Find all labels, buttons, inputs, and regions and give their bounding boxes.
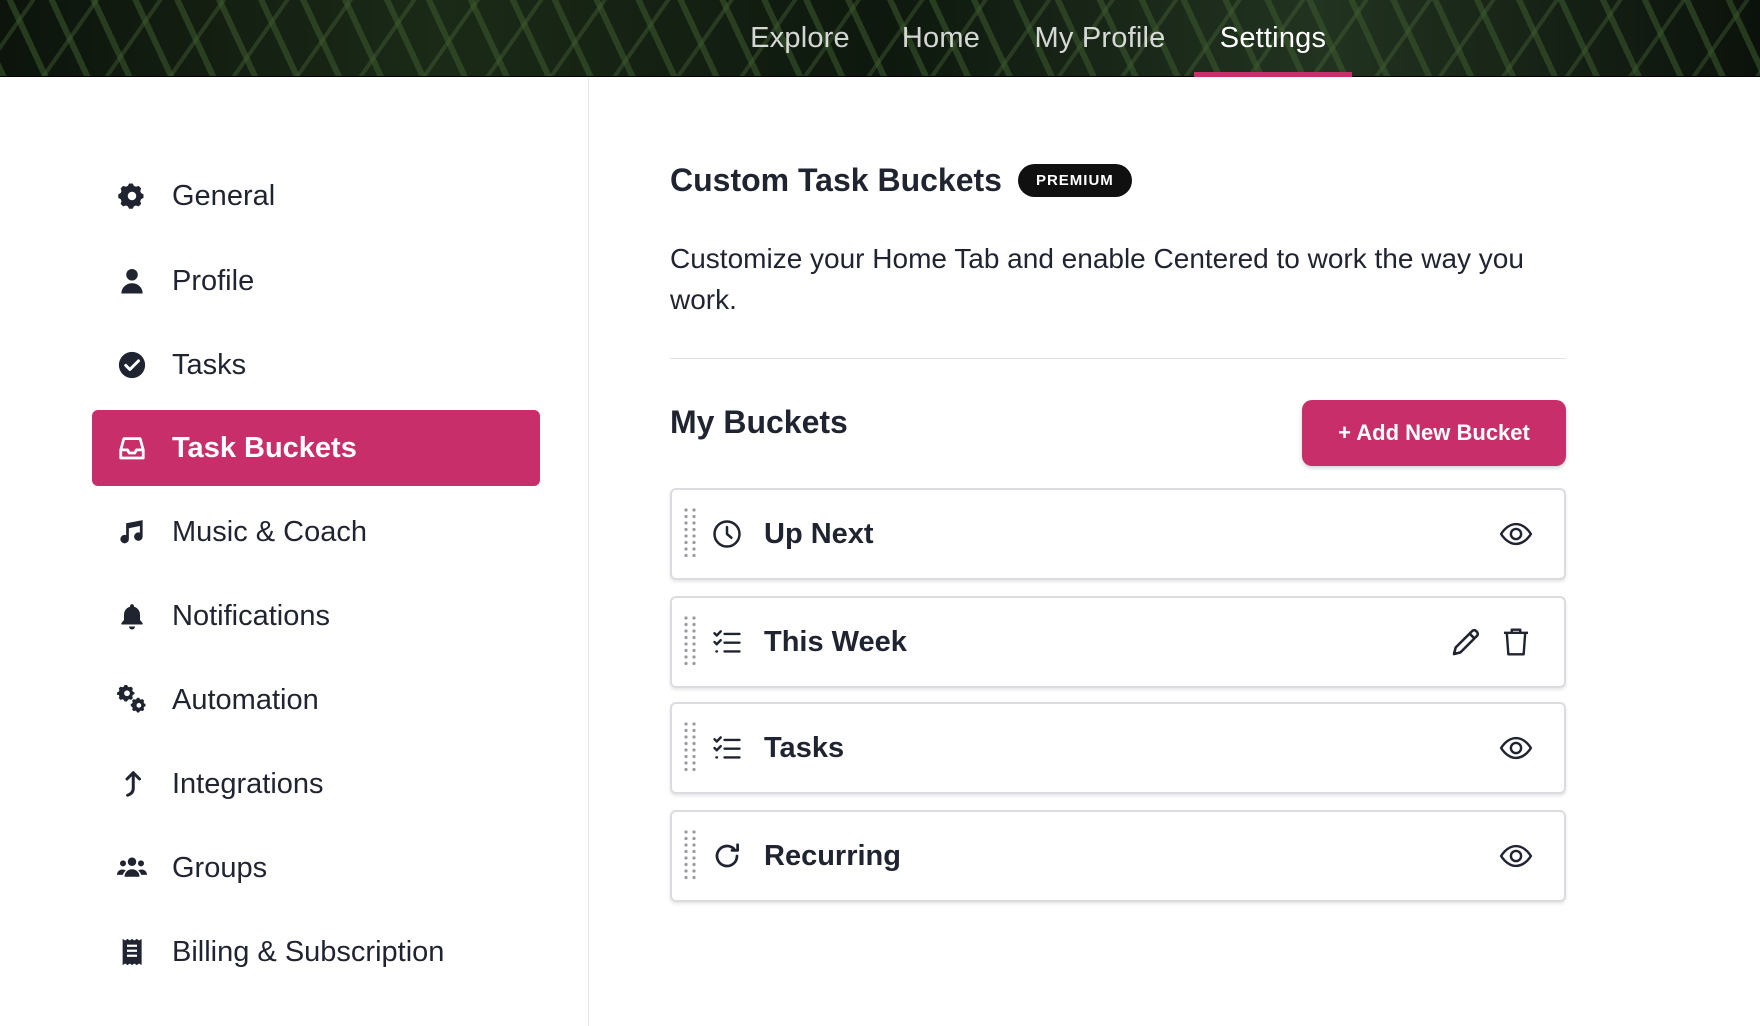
section-title: My Buckets — [670, 404, 848, 440]
bucket-row-this-week[interactable]: This Week — [670, 596, 1566, 688]
eye-icon[interactable] — [1496, 514, 1536, 554]
page-description: Customize your Home Tab and enable Cente… — [670, 243, 1524, 315]
bucket-name: Tasks — [764, 731, 845, 764]
clock-icon — [710, 517, 744, 551]
pencil-icon[interactable] — [1446, 622, 1486, 662]
bucket-name: This Week — [764, 625, 907, 658]
sidebar-item-label: Music & Coach — [172, 515, 368, 548]
receipt-icon — [116, 936, 148, 968]
title-row: Custom Task Buckets PREMIUM — [670, 162, 1132, 199]
drag-handle-icon[interactable] — [682, 721, 698, 775]
sidebar-item-label: Groups — [172, 851, 268, 884]
divider — [670, 358, 1566, 359]
sidebar-item-label: General — [172, 179, 276, 212]
list-check-icon — [710, 625, 744, 659]
tab-my-profile[interactable]: My Profile — [1020, 0, 1180, 77]
sidebar-item-profile[interactable]: Profile — [92, 243, 540, 319]
drag-handle-icon[interactable] — [682, 829, 698, 883]
settings-sidebar: General Profile Tasks Task Buckets Music… — [0, 78, 589, 1026]
users-icon — [116, 852, 148, 884]
trash-icon[interactable] — [1496, 622, 1536, 662]
inbox-icon — [116, 432, 148, 464]
add-new-bucket-button[interactable]: + Add New Bucket — [1302, 400, 1566, 466]
sidebar-item-groups[interactable]: Groups — [92, 830, 540, 906]
bucket-row-up-next[interactable]: Up Next — [670, 488, 1566, 580]
list-check-icon — [710, 731, 744, 765]
bucket-row-recurring[interactable]: Recurring — [670, 810, 1566, 902]
arrow-up-icon — [116, 768, 148, 800]
gear-icon — [116, 180, 148, 212]
sidebar-item-general[interactable]: General — [92, 158, 540, 234]
premium-badge: PREMIUM — [1017, 164, 1132, 197]
sidebar-item-label: Tasks — [172, 348, 247, 381]
top-banner: Explore Home My Profile Settings — [0, 0, 1760, 77]
sidebar-item-label: Integrations — [172, 767, 324, 800]
bucket-name: Up Next — [764, 517, 874, 550]
gears-icon — [116, 684, 148, 716]
sidebar-item-task-buckets[interactable]: Task Buckets — [92, 410, 540, 486]
eye-icon[interactable] — [1496, 836, 1536, 876]
sidebar-item-tasks[interactable]: Tasks — [92, 327, 540, 403]
drag-handle-icon[interactable] — [682, 615, 698, 669]
sidebar-item-integrations[interactable]: Integrations — [92, 746, 540, 822]
sidebar-item-music-coach[interactable]: Music & Coach — [92, 494, 540, 570]
sidebar-item-label: Billing & Subscription — [172, 935, 445, 968]
sidebar-item-automation[interactable]: Automation — [92, 662, 540, 738]
bell-icon — [116, 600, 148, 632]
sidebar-item-notifications[interactable]: Notifications — [92, 578, 540, 654]
sidebar-item-label: Profile — [172, 264, 255, 297]
tab-home[interactable]: Home — [890, 0, 992, 77]
eye-icon[interactable] — [1496, 728, 1536, 768]
tab-settings[interactable]: Settings — [1194, 0, 1352, 77]
bucket-row-tasks[interactable]: Tasks — [670, 702, 1566, 794]
drag-handle-icon[interactable] — [682, 507, 698, 561]
refresh-icon — [710, 839, 744, 873]
check-circle-icon — [116, 349, 148, 381]
sidebar-item-billing[interactable]: Billing & Subscription — [92, 914, 540, 990]
user-icon — [116, 265, 148, 297]
page-title: Custom Task Buckets — [670, 162, 1002, 198]
top-nav: Explore Home My Profile Settings — [0, 0, 1760, 77]
sidebar-item-label: Automation — [172, 683, 319, 716]
music-icon — [116, 516, 148, 548]
sidebar-item-label: Task Buckets — [172, 431, 357, 464]
sidebar-item-label: Notifications — [172, 599, 330, 632]
bucket-name: Recurring — [764, 839, 901, 872]
tab-explore[interactable]: Explore — [734, 0, 866, 77]
